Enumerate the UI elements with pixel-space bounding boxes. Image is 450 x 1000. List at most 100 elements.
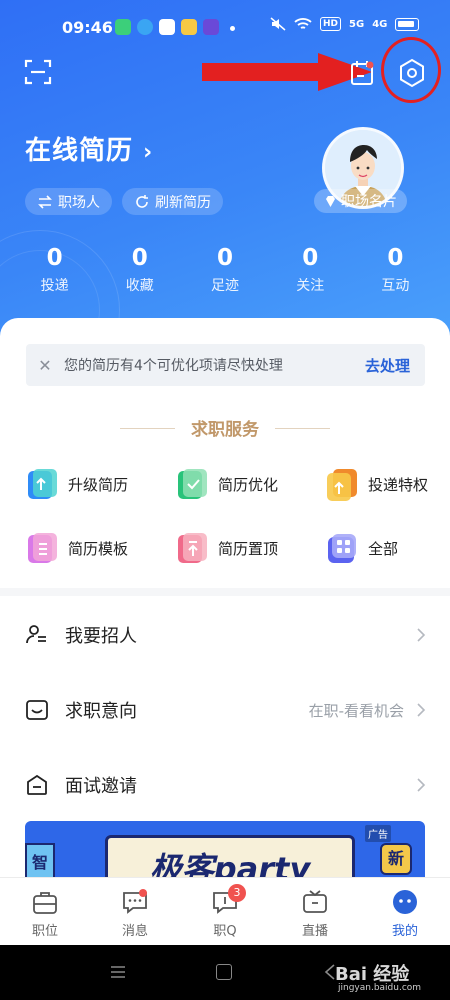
stat-value: 0 [131, 245, 148, 271]
stat-favorites[interactable]: 0 收藏 [97, 243, 182, 295]
all-services-icon [328, 534, 356, 563]
career-card-button[interactable]: 职场名片 [314, 189, 407, 213]
status-bar: 09:46 HD 5G 4G [0, 0, 450, 58]
resume-title-text: 在线简历 [25, 136, 134, 166]
service-apply-privilege[interactable]: 投递特权 [325, 468, 428, 501]
stats-row: 0 投递 0 收藏 0 足迹 0 关注 0 互动 [12, 243, 438, 295]
menu-interview-invite[interactable]: 面试邀请 [0, 755, 450, 815]
refresh-icon [136, 194, 148, 208]
service-all[interactable]: 全部 [325, 532, 398, 565]
tab-label: 消息 [121, 924, 148, 939]
chevron-right-icon [417, 778, 426, 792]
stat-history[interactable]: 0 足迹 [182, 243, 267, 295]
stat-interactions[interactable]: 0 互动 [353, 243, 438, 295]
tab-zhiq[interactable]: 职Q [180, 878, 270, 945]
system-navigation-bar: Bai 经验 jingyan.baidu.com [0, 945, 450, 1000]
annotation-circle [381, 37, 441, 103]
refresh-resume-chip[interactable]: 刷新简历 [122, 188, 223, 215]
stat-value: 0 [217, 245, 234, 271]
zhiq-unread-badge: 3 [228, 884, 246, 902]
tab-label: 职位 [31, 924, 58, 939]
smile-profile-icon [393, 890, 417, 914]
system-indicators: HD 5G 4G [270, 17, 420, 31]
stat-label: 关注 [296, 278, 325, 294]
chevron-right-icon [417, 703, 426, 717]
scan-icon[interactable] [24, 58, 52, 86]
section-separator [0, 588, 450, 596]
online-resume-link[interactable]: 在线简历 › [25, 130, 153, 167]
mail-icon [27, 774, 47, 795]
annotation-arrow [202, 53, 372, 91]
header-chips: 职场人 刷新简历 [25, 188, 223, 215]
career-status-label: 职场人 [58, 194, 100, 211]
calendar-icon[interactable] [350, 60, 374, 86]
qq-app-icon [137, 19, 153, 35]
menu-job-intention[interactable]: 求职意向 在职-看看机会 [0, 680, 450, 740]
tab-mine[interactable]: 我的 [360, 878, 450, 945]
hd-indicator: HD [320, 17, 342, 31]
tab-jobs[interactable]: 职位 [0, 878, 90, 945]
menu-recruit[interactable]: 我要招人 [0, 605, 450, 665]
game-app-icon [203, 19, 219, 35]
services-title: 求职服务 [191, 420, 259, 440]
stat-applied[interactable]: 0 投递 [12, 243, 97, 295]
main-content: ✕ 您的简历有4个可优化项请尽快处理 去处理 求职服务 升级简历 简历优化 投递… [0, 318, 450, 891]
service-resume-optimize[interactable]: 简历优化 [175, 468, 278, 501]
battery-icon [395, 17, 420, 31]
apply-privilege-icon [327, 469, 357, 501]
chevron-right-icon: › [143, 140, 154, 165]
inbox-icon [26, 700, 48, 720]
more-notifications-dot [230, 26, 235, 31]
ad-tag: 广告 [365, 825, 391, 842]
notice-text: 您的简历有4个可优化项请尽快处理 [64, 358, 283, 374]
recruit-icon [26, 625, 46, 644]
baidu-watermark-url: jingyan.baidu.com [338, 983, 422, 993]
service-label: 简历置顶 [218, 540, 279, 558]
close-icon[interactable]: ✕ [26, 356, 64, 375]
stat-following[interactable]: 0 关注 [268, 243, 353, 295]
recent-apps-icon[interactable] [110, 965, 126, 979]
notes-app-icon [181, 19, 197, 35]
stat-label: 投递 [40, 278, 69, 294]
career-card-label: 职场名片 [341, 194, 397, 210]
tab-messages[interactable]: 消息 [90, 878, 180, 945]
home-icon[interactable] [216, 964, 232, 980]
signal-4g-indicator: 4G [372, 18, 388, 30]
service-upgrade-resume[interactable]: 升级简历 [25, 468, 128, 501]
status-time: 09:46 [62, 18, 113, 37]
banner-new-sticker: 新 [380, 843, 412, 875]
service-label: 升级简历 [68, 476, 129, 494]
tab-label: 职Q [213, 924, 237, 939]
app-screen: 09:46 HD 5G 4G 在线简历 › 职场人 刷新简历 职场名片 0 投递… [0, 0, 450, 945]
stat-label: 收藏 [125, 278, 154, 294]
baidu-app-icon [159, 19, 175, 35]
service-resume-top[interactable]: 简历置顶 [175, 532, 278, 565]
tab-live[interactable]: 直播 [270, 878, 360, 945]
tab-label: 我的 [391, 924, 418, 939]
stat-value: 0 [302, 245, 319, 271]
profile-header: 09:46 HD 5G 4G 在线简历 › 职场人 刷新简历 职场名片 0 投递… [0, 0, 450, 390]
briefcase-icon [33, 892, 57, 914]
bottom-tab-bar: 职位 消息 职Q 直播 我的 3 [0, 877, 450, 945]
menu-label: 求职意向 [65, 701, 137, 722]
diamond-icon [326, 195, 335, 207]
tv-icon [303, 890, 327, 913]
stat-label: 互动 [381, 278, 410, 294]
messages-unread-dot [139, 889, 147, 897]
resume-optimize-icon [178, 469, 207, 499]
service-label: 投递特权 [368, 476, 429, 494]
service-label: 简历模板 [68, 540, 129, 558]
refresh-resume-label: 刷新简历 [155, 194, 211, 211]
tab-label: 直播 [301, 924, 328, 939]
swap-icon [38, 194, 52, 209]
handle-now-button[interactable]: 去处理 [365, 355, 410, 376]
mute-icon [270, 17, 286, 31]
wifi-icon [294, 18, 312, 29]
chevron-right-icon [417, 628, 426, 642]
menu-label: 我要招人 [65, 626, 137, 647]
stat-label: 足迹 [211, 278, 239, 294]
menu-label: 面试邀请 [65, 776, 137, 797]
signal-5g-indicator: 5G [349, 18, 365, 30]
career-status-chip[interactable]: 职场人 [25, 188, 112, 215]
service-resume-template[interactable]: 简历模板 [25, 532, 128, 565]
